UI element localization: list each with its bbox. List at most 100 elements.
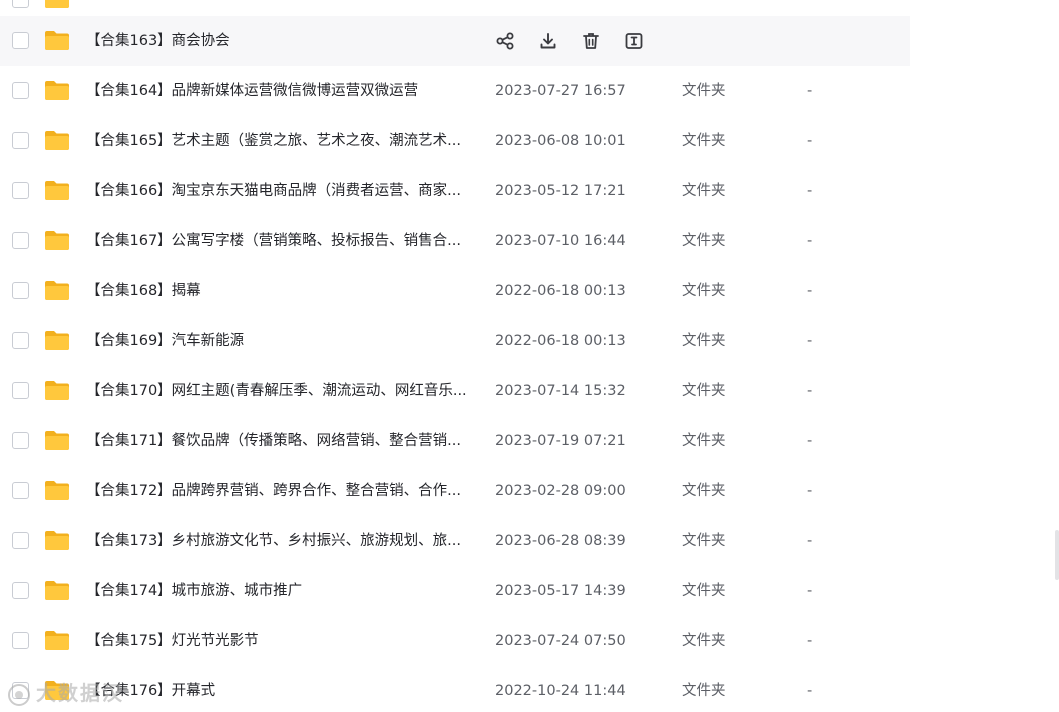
- scrollbar-thumb[interactable]: [1055, 530, 1059, 580]
- file-type: 文件夹: [682, 483, 726, 499]
- file-row[interactable]: 【合集166】淘宝京东天猫电商品牌（消费者运营、商家... 2023-05-12 …: [0, 166, 910, 216]
- file-type: 文件夹: [682, 333, 726, 349]
- row-checkbox[interactable]: [12, 682, 29, 699]
- row-checkbox[interactable]: [12, 632, 29, 649]
- file-row[interactable]: 【合集168】揭幕 2022-06-18 00:13 文件夹 -: [0, 266, 910, 316]
- file-row[interactable]: 【合集170】网红主题(青春解压季、潮流运动、网红音乐... 2023-07-14…: [0, 366, 910, 416]
- file-name[interactable]: 【合集175】灯光节光影节: [86, 631, 476, 651]
- file-name[interactable]: 【合集164】品牌新媒体运营微信微博运营双微运营: [86, 81, 476, 101]
- file-list: 【合集163】商会协会 【合集164】品牌新媒体运营微信微博运营双微运营 2023-…: [0, 0, 1059, 712]
- file-type: 文件夹: [682, 383, 726, 399]
- row-checkbox[interactable]: [12, 432, 29, 449]
- file-type: 文件夹: [682, 433, 726, 449]
- file-type: 文件夹: [682, 583, 726, 599]
- file-type: 文件夹: [682, 233, 726, 249]
- file-name[interactable]: 【合集170】网红主题(青春解压季、潮流运动、网红音乐...: [86, 381, 476, 401]
- file-row[interactable]: 【合集163】商会协会: [0, 16, 910, 66]
- folder-icon: [44, 0, 70, 9]
- file-name[interactable]: 【合集165】艺术主题（鉴赏之旅、艺术之夜、潮流艺术...: [86, 131, 476, 151]
- share-icon[interactable]: [495, 31, 515, 51]
- modified-date: 2023-07-10 16:44: [495, 233, 626, 249]
- modified-date: 2023-05-12 17:21: [495, 183, 626, 199]
- file-row[interactable]: 【合集175】灯光节光影节 2023-07-24 07:50 文件夹 -: [0, 616, 910, 666]
- folder-icon: [44, 530, 70, 551]
- file-type: 文件夹: [682, 83, 726, 99]
- folder-icon: [44, 180, 70, 201]
- row-checkbox[interactable]: [12, 232, 29, 249]
- row-checkbox[interactable]: [12, 582, 29, 599]
- file-row[interactable]: 【合集169】汽车新能源 2022-06-18 00:13 文件夹 -: [0, 316, 910, 366]
- folder-icon: [44, 280, 70, 301]
- file-size: -: [807, 433, 813, 449]
- row-checkbox[interactable]: [12, 282, 29, 299]
- file-name[interactable]: 【合集176】开幕式: [86, 681, 476, 701]
- modified-date: 2023-07-14 15:32: [495, 383, 626, 399]
- delete-icon[interactable]: [581, 31, 601, 51]
- row-actions: [495, 31, 644, 51]
- file-size: -: [807, 83, 813, 99]
- file-row[interactable]: 【合集167】公寓写字楼（营销策略、投标报告、销售合... 2023-07-10 …: [0, 216, 910, 266]
- row-checkbox[interactable]: [12, 382, 29, 399]
- file-row[interactable]: 【合集171】餐饮品牌（传播策略、网络营销、整合营销... 2023-07-19 …: [0, 416, 910, 466]
- file-row[interactable]: 【合集176】开幕式 2022-10-24 11:44 文件夹 -: [0, 666, 910, 712]
- file-size: -: [807, 583, 813, 599]
- row-checkbox[interactable]: [12, 32, 29, 49]
- folder-icon: [44, 380, 70, 401]
- row-checkbox[interactable]: [12, 332, 29, 349]
- file-row[interactable]: 【合集172】品牌跨界营销、跨界合作、整合营销、合作... 2023-02-28 …: [0, 466, 910, 516]
- modified-date: 2022-06-18 00:13: [495, 333, 626, 349]
- file-name[interactable]: 【合集168】揭幕: [86, 281, 476, 301]
- file-size: -: [807, 283, 813, 299]
- file-size: -: [807, 233, 813, 249]
- folder-icon: [44, 480, 70, 501]
- file-size: -: [807, 533, 813, 549]
- row-checkbox[interactable]: [12, 482, 29, 499]
- file-type: 文件夹: [682, 283, 726, 299]
- file-name[interactable]: 【合集174】城市旅游、城市推广: [86, 581, 476, 601]
- file-name[interactable]: 【合集167】公寓写字楼（营销策略、投标报告、销售合...: [86, 231, 476, 251]
- folder-icon: [44, 330, 70, 351]
- file-name[interactable]: 【合集169】汽车新能源: [86, 331, 476, 351]
- file-size: -: [807, 183, 813, 199]
- file-row[interactable]: 【合集174】城市旅游、城市推广 2023-05-17 14:39 文件夹 -: [0, 566, 910, 616]
- file-size: -: [807, 333, 813, 349]
- file-type: 文件夹: [682, 183, 726, 199]
- row-checkbox[interactable]: [12, 132, 29, 149]
- rename-icon[interactable]: [624, 31, 644, 51]
- file-name[interactable]: 【合集163】商会协会: [86, 31, 476, 51]
- folder-icon: [44, 30, 70, 51]
- file-size: -: [807, 483, 813, 499]
- row-checkbox[interactable]: [12, 182, 29, 199]
- file-size: -: [807, 633, 813, 649]
- file-row[interactable]: 【合集164】品牌新媒体运营微信微博运营双微运营 2023-07-27 16:57…: [0, 66, 910, 116]
- file-name[interactable]: 【合集171】餐饮品牌（传播策略、网络营销、整合营销...: [86, 431, 476, 451]
- modified-date: 2023-07-19 07:21: [495, 433, 626, 449]
- folder-icon: [44, 580, 70, 601]
- file-type: 文件夹: [682, 533, 726, 549]
- file-row[interactable]: 【合集173】乡村旅游文化节、乡村振兴、旅游规划、旅... 2023-06-28 …: [0, 516, 910, 566]
- partial-row: [0, 0, 910, 16]
- folder-icon: [44, 430, 70, 451]
- folder-icon: [44, 130, 70, 151]
- download-icon[interactable]: [538, 31, 558, 51]
- file-row[interactable]: 【合集165】艺术主题（鉴赏之旅、艺术之夜、潮流艺术... 2023-06-08 …: [0, 116, 910, 166]
- file-size: -: [807, 383, 813, 399]
- file-name[interactable]: 【合集172】品牌跨界营销、跨界合作、整合营销、合作...: [86, 481, 476, 501]
- file-type: 文件夹: [682, 133, 726, 149]
- modified-date: 2023-07-27 16:57: [495, 83, 626, 99]
- modified-date: 2023-05-17 14:39: [495, 583, 626, 599]
- row-checkbox[interactable]: [12, 82, 29, 99]
- file-name[interactable]: 【合集173】乡村旅游文化节、乡村振兴、旅游规划、旅...: [86, 531, 476, 551]
- folder-icon: [44, 80, 70, 101]
- modified-date: 2023-06-08 10:01: [495, 133, 626, 149]
- modified-date: 2023-02-28 09:00: [495, 483, 626, 499]
- modified-date: 2023-07-24 07:50: [495, 633, 626, 649]
- file-type: 文件夹: [682, 633, 726, 649]
- modified-date: 2023-06-28 08:39: [495, 533, 626, 549]
- folder-icon: [44, 230, 70, 251]
- folder-icon: [44, 680, 70, 701]
- file-type: 文件夹: [682, 683, 726, 699]
- row-checkbox[interactable]: [12, 0, 29, 8]
- row-checkbox[interactable]: [12, 532, 29, 549]
- file-name[interactable]: 【合集166】淘宝京东天猫电商品牌（消费者运营、商家...: [86, 181, 476, 201]
